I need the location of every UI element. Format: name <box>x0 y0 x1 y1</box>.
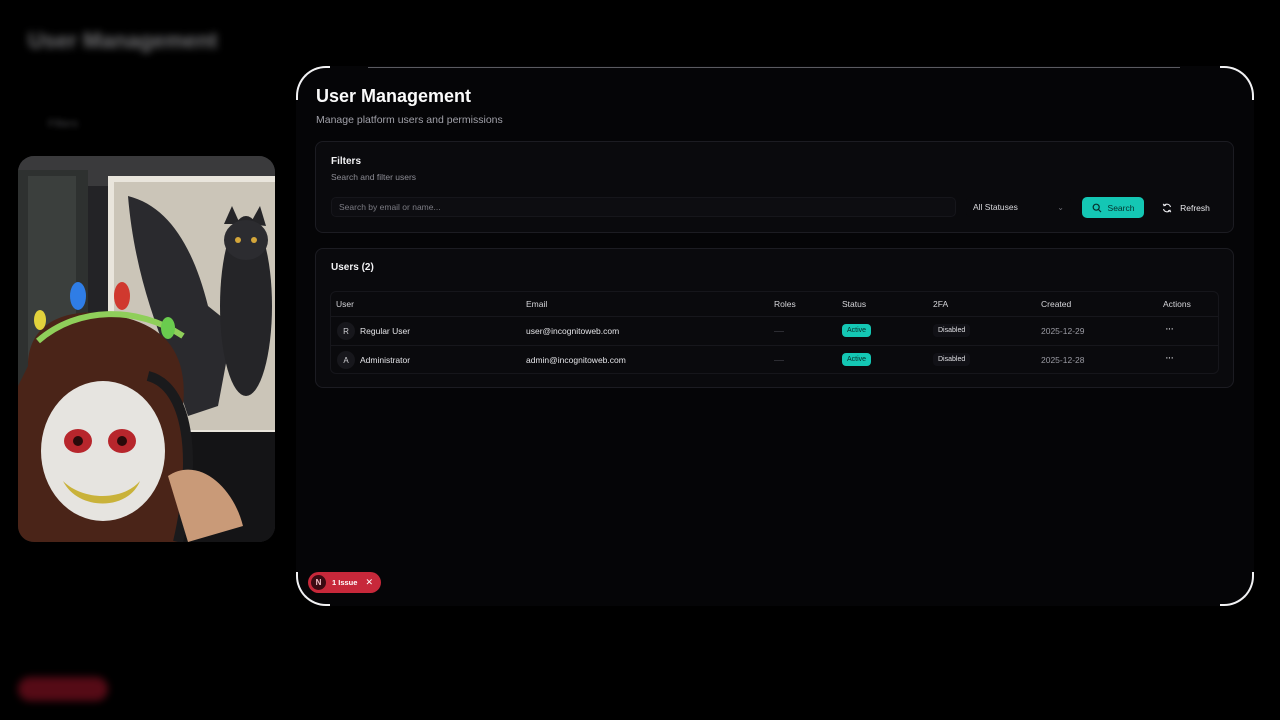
column-header-roles[interactable]: Roles <box>774 299 796 309</box>
column-header-status[interactable]: Status <box>842 299 866 309</box>
refresh-button-label: Refresh <box>1180 202 1210 213</box>
users-table: User Email Roles Status 2FA Created Acti… <box>330 291 1219 374</box>
column-header-created[interactable]: Created <box>1041 299 1071 309</box>
filters-card <box>315 141 1234 233</box>
refresh-button[interactable]: Refresh <box>1153 197 1219 218</box>
search-button[interactable]: Search <box>1082 197 1144 218</box>
user-name: Administrator <box>360 355 411 365</box>
chevron-down-icon: ⌄ <box>1057 202 1064 212</box>
frame-corner <box>1220 66 1254 100</box>
table-row[interactable]: A Administrator admin@incognitoweb.com A… <box>331 346 1218 375</box>
table-row[interactable]: R Regular User user@incognitoweb.com Act… <box>331 317 1218 346</box>
search-button-label: Search <box>1107 202 1135 213</box>
background-issue-badge <box>18 677 108 701</box>
background-filters-label: Filters <box>48 118 78 130</box>
status-badge: Active <box>842 324 872 337</box>
users-title: Users (2) <box>331 262 374 273</box>
2fa-badge: Disabled <box>933 353 971 366</box>
user-name: Regular User <box>360 326 411 336</box>
background-page-title: User Management <box>28 28 218 53</box>
column-header-actions: Actions <box>1163 299 1191 309</box>
status-filter-value: All Statuses <box>973 202 1018 212</box>
webcam-feed-image <box>18 156 275 542</box>
filters-title: Filters <box>331 156 362 167</box>
page-title: User Management <box>316 86 472 106</box>
table-header: User Email Roles Status 2FA Created Acti… <box>331 292 1218 317</box>
filters-subtitle: Search and filter users <box>331 172 417 182</box>
column-header-user[interactable]: User <box>336 299 354 309</box>
webcam-overlay <box>18 156 275 542</box>
close-icon[interactable]: ✕ <box>365 577 373 588</box>
row-actions-menu[interactable]: ··· <box>1165 352 1174 364</box>
created-date: 2025-12-28 <box>1041 355 1085 365</box>
frame-corner <box>1220 572 1254 606</box>
avatar: R <box>337 322 355 340</box>
roles-empty <box>774 360 784 361</box>
column-header-2fa[interactable]: 2FA <box>933 299 948 309</box>
refresh-icon <box>1162 203 1172 212</box>
column-header-email[interactable]: Email <box>526 299 547 309</box>
page-subtitle: Manage platform users and permissions <box>316 114 503 126</box>
avatar: A <box>337 351 355 369</box>
created-date: 2025-12-29 <box>1041 326 1085 336</box>
search-input[interactable] <box>331 197 956 217</box>
search-icon <box>1092 203 1101 212</box>
issues-badge[interactable]: N 1 Issue ✕ <box>308 572 381 593</box>
row-actions-menu[interactable]: ··· <box>1165 323 1174 335</box>
user-email: user@incognitoweb.com <box>526 326 620 336</box>
nextjs-logo-icon: N <box>311 575 326 590</box>
issues-count-label: 1 Issue <box>332 578 358 587</box>
status-badge: Active <box>842 353 872 366</box>
window-top-divider <box>368 67 1180 68</box>
2fa-badge: Disabled <box>933 324 971 337</box>
user-email: admin@incognitoweb.com <box>526 355 626 365</box>
roles-empty <box>774 331 784 332</box>
status-filter-select[interactable]: All Statuses ⌄ <box>966 197 1071 217</box>
